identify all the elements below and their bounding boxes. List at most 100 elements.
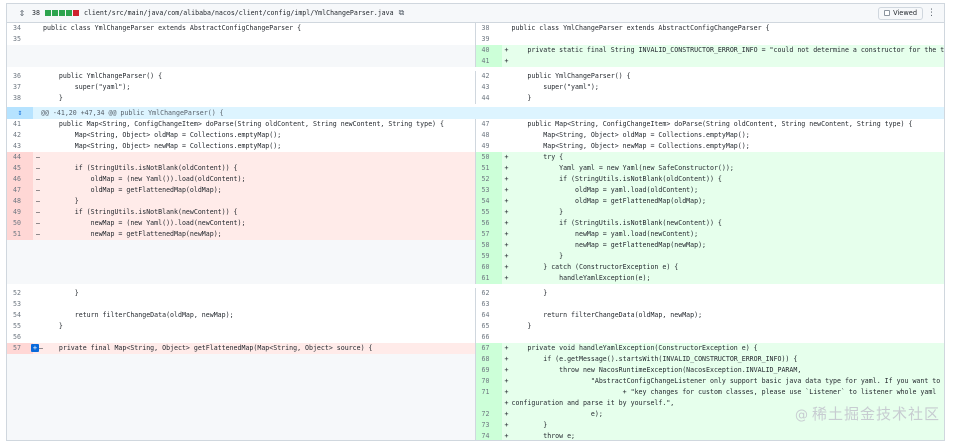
right-line-number[interactable]: 56 bbox=[475, 218, 502, 229]
left-line-number[interactable]: 41 bbox=[7, 119, 33, 130]
left-line-number[interactable] bbox=[7, 431, 33, 440]
right-line-number[interactable]: 63 bbox=[476, 299, 502, 310]
left-line-number[interactable]: 34 bbox=[7, 23, 33, 34]
left-line-number[interactable]: 50 bbox=[7, 218, 33, 229]
left-line-number[interactable] bbox=[7, 420, 33, 431]
left-line-number[interactable]: 54 bbox=[7, 310, 33, 321]
left-line-number[interactable]: 37 bbox=[7, 82, 33, 93]
left-code bbox=[43, 354, 475, 365]
right-line-number[interactable]: 64 bbox=[476, 310, 502, 321]
right-line-number[interactable]: 58 bbox=[475, 240, 502, 251]
expand-hunk-icon[interactable]: ⇕ bbox=[7, 107, 33, 119]
right-line-number[interactable]: 65 bbox=[476, 321, 502, 332]
left-pane-line: 55 } bbox=[7, 321, 476, 332]
right-diff-marker bbox=[502, 288, 512, 299]
left-line-number[interactable]: 45 bbox=[7, 163, 33, 174]
right-line-number[interactable]: 51 bbox=[475, 163, 502, 174]
right-line-number[interactable]: 55 bbox=[475, 207, 502, 218]
right-line-number[interactable]: 44 bbox=[476, 93, 502, 104]
right-line-number[interactable]: 57 bbox=[475, 229, 502, 240]
left-line-number[interactable] bbox=[7, 251, 33, 262]
right-line-number[interactable]: 49 bbox=[476, 141, 502, 152]
left-line-number[interactable] bbox=[7, 365, 33, 376]
right-diff-marker bbox=[502, 23, 512, 34]
left-line-number[interactable] bbox=[7, 45, 33, 56]
left-line-number[interactable]: 55 bbox=[7, 321, 33, 332]
left-line-number[interactable]: 49 bbox=[7, 207, 33, 218]
left-line-number[interactable] bbox=[7, 398, 33, 409]
right-line-number[interactable]: 50 bbox=[475, 152, 502, 163]
right-line-number[interactable]: 70 bbox=[475, 376, 502, 387]
left-line-number[interactable]: 56 bbox=[7, 332, 33, 343]
left-line-number[interactable] bbox=[7, 56, 33, 67]
right-pane-line: 71 + + "key changes for custom classes, p… bbox=[475, 387, 944, 398]
left-line-number[interactable]: 48 bbox=[7, 196, 33, 207]
right-line-number[interactable]: 42 bbox=[476, 71, 502, 82]
left-line-number[interactable]: 43 bbox=[7, 141, 33, 152]
right-line-number[interactable]: 41 bbox=[475, 56, 502, 67]
right-line-number[interactable]: 47 bbox=[476, 119, 502, 130]
right-diff-marker: + bbox=[504, 399, 509, 407]
right-line-number[interactable]: 67 bbox=[475, 343, 502, 354]
left-line-number[interactable]: 53 bbox=[7, 299, 33, 310]
right-line-number[interactable]: 61 bbox=[475, 273, 502, 284]
right-line-number[interactable]: 60 bbox=[475, 262, 502, 273]
right-line-number[interactable]: 39 bbox=[476, 34, 502, 45]
left-line-number[interactable]: 44 bbox=[7, 152, 33, 163]
diff-row: 70 + "AbstractConfigChangeListener only s… bbox=[7, 376, 944, 387]
diff-row: 52 } 62 } bbox=[7, 288, 944, 299]
right-diff-marker bbox=[502, 71, 512, 82]
left-line-number[interactable]: 35 bbox=[7, 34, 33, 45]
right-line-number[interactable]: 48 bbox=[476, 130, 502, 141]
left-line-number[interactable] bbox=[7, 376, 33, 387]
add-comment-icon[interactable]: + bbox=[31, 344, 39, 352]
right-line-number[interactable]: 66 bbox=[476, 332, 502, 343]
right-line-number[interactable]: 68 bbox=[475, 354, 502, 365]
right-line-number[interactable]: 71 bbox=[475, 387, 502, 398]
right-code: newMap = getFlattenedMap(newMap); bbox=[511, 241, 707, 249]
diff-row: 49– if (StringUtils.isNotBlank(newConten… bbox=[7, 207, 944, 218]
right-code: public Map<String, ConfigChangeItem> doP… bbox=[511, 120, 913, 128]
right-line-number[interactable]: 53 bbox=[475, 185, 502, 196]
left-line-number[interactable] bbox=[7, 354, 33, 365]
right-line-number[interactable]: 73 bbox=[475, 420, 502, 431]
left-line-number[interactable]: 51 bbox=[7, 229, 33, 240]
right-diff-marker: + bbox=[504, 197, 509, 205]
right-line-number[interactable]: 62 bbox=[476, 288, 502, 299]
right-line-number[interactable]: 40 bbox=[475, 45, 502, 56]
left-line-number[interactable] bbox=[7, 262, 33, 273]
left-line-number[interactable]: 57 bbox=[7, 343, 33, 354]
right-pane-line: 38 public class YmlChangeParser extends A… bbox=[476, 23, 945, 34]
right-diff-marker: + bbox=[504, 388, 509, 396]
left-line-number[interactable]: 52 bbox=[7, 288, 33, 299]
right-line-number[interactable] bbox=[475, 398, 502, 409]
viewed-checkbox[interactable] bbox=[884, 10, 891, 16]
file-path[interactable]: client/src/main/java/com/alibaba/nacos/c… bbox=[84, 9, 394, 17]
right-line-number[interactable]: 43 bbox=[476, 82, 502, 93]
right-pane-line: 58 + newMap = getFlattenedMap(newMap); bbox=[475, 240, 944, 251]
left-line-number[interactable]: 36 bbox=[7, 71, 33, 82]
left-line-number[interactable] bbox=[7, 387, 33, 398]
right-pane-line: 51 + Yaml yaml = new Yaml(new SafeConstru… bbox=[475, 163, 944, 174]
right-line-number[interactable]: 38 bbox=[476, 23, 502, 34]
right-diff-marker: + bbox=[504, 208, 509, 216]
left-line-number[interactable] bbox=[7, 240, 33, 251]
copy-icon[interactable]: ⧉ bbox=[399, 8, 405, 18]
right-line-number[interactable]: 59 bbox=[475, 251, 502, 262]
left-line-number[interactable] bbox=[7, 409, 33, 420]
right-line-number[interactable]: 69 bbox=[475, 365, 502, 376]
expand-collapse-icon[interactable]: ⇕ bbox=[17, 9, 27, 18]
left-code: Map<String, Object> newMap = Collections… bbox=[43, 142, 282, 150]
left-line-number[interactable]: 42 bbox=[7, 130, 33, 141]
left-line-number[interactable]: 38 bbox=[7, 93, 33, 104]
viewed-toggle[interactable]: Viewed bbox=[878, 6, 923, 20]
right-line-number[interactable]: 54 bbox=[475, 196, 502, 207]
right-line-number[interactable]: 52 bbox=[475, 174, 502, 185]
right-line-number[interactable]: 74 bbox=[475, 431, 502, 440]
left-line-number[interactable]: 47 bbox=[7, 185, 33, 196]
left-line-number[interactable] bbox=[7, 273, 33, 284]
left-line-number[interactable]: 46 bbox=[7, 174, 33, 185]
more-options-icon[interactable]: ⋮ bbox=[927, 8, 944, 18]
right-pane-line: 57 + newMap = yaml.load(newContent); bbox=[475, 229, 944, 240]
right-line-number[interactable]: 72 bbox=[475, 409, 502, 420]
